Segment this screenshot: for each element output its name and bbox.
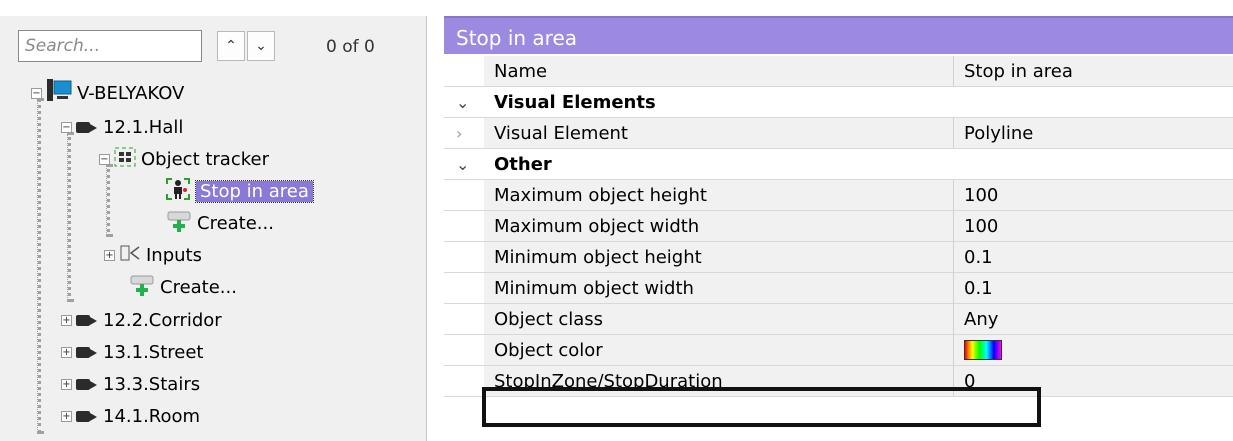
computer-icon	[46, 78, 72, 108]
property-grid: Name Stop in area ⌄ Visual Elements › Vi…	[444, 56, 1233, 397]
property-section[interactable]: ⌄ Visual Elements	[444, 87, 1233, 118]
camera-icon	[76, 314, 98, 327]
expand-icon[interactable]: +	[61, 378, 72, 390]
expand-icon[interactable]: +	[61, 314, 72, 326]
collapse-icon[interactable]: −	[31, 87, 42, 99]
expand-icon[interactable]: +	[61, 346, 72, 358]
tree-node-label: 12.2.Corridor	[103, 309, 222, 331]
property-row[interactable]: Maximum object height 100	[444, 180, 1233, 211]
tree-node-label: V-BELYAKOV	[77, 82, 185, 104]
top-strip	[0, 0, 1233, 16]
property-value[interactable]: Any	[954, 304, 1233, 334]
property-row[interactable]: › Visual Element Polyline	[444, 118, 1233, 149]
tree-node-camera[interactable]: + 13.1.Street	[61, 337, 204, 367]
tree-node-label: 14.1.Room	[103, 405, 201, 427]
tree-node-label: Create...	[197, 212, 274, 234]
hardware-tree-panel: Search... ⌃ ⌄ 0 of 0 − V-BELYAKOV − 12.1…	[0, 16, 427, 441]
property-value[interactable]: 0.1	[954, 273, 1233, 303]
property-value[interactable]: Stop in area	[954, 56, 1233, 86]
property-name: Maximum object height	[484, 180, 954, 210]
tree-node-label: Stop in area	[195, 179, 314, 203]
expand-icon[interactable]: +	[61, 410, 72, 422]
camera-icon	[76, 121, 98, 134]
property-value[interactable]: 0.1	[954, 242, 1233, 272]
tree-node-label: Inputs	[146, 244, 202, 266]
section-title: Visual Elements	[484, 87, 1233, 117]
property-row[interactable]: Name Stop in area	[444, 56, 1233, 87]
tree-node-inputs[interactable]: + Inputs	[104, 240, 202, 270]
properties-panel: Stop in area Name Stop in area ⌄ Visual …	[434, 16, 1233, 441]
person-zone-icon	[165, 177, 191, 206]
property-name: Object color	[484, 335, 954, 365]
tree-node-create[interactable]: Create...	[129, 272, 237, 302]
collapse-icon[interactable]: −	[61, 121, 72, 133]
tree-node-camera[interactable]: + 13.3.Stairs	[61, 369, 200, 399]
camera-icon	[76, 378, 98, 391]
tree-node-label: 13.3.Stairs	[103, 373, 201, 395]
property-name: Minimum object height	[484, 242, 954, 272]
property-name: Minimum object width	[484, 273, 954, 303]
tree-node-label: Create...	[160, 276, 237, 298]
tree-node-label: 13.1.Street	[103, 341, 204, 363]
tree-node-label: 12.1.Hall	[103, 116, 184, 138]
camera-icon	[76, 410, 98, 423]
property-value[interactable]	[954, 335, 1233, 365]
tree-node-object-tracker[interactable]: − Object tracker	[99, 144, 269, 174]
camera-icon	[76, 346, 98, 359]
create-plus-icon	[129, 273, 155, 302]
property-row[interactable]: Minimum object width 0.1	[444, 273, 1233, 304]
chevron-right-icon[interactable]: ›	[456, 124, 462, 143]
tree-node-label: Object tracker	[141, 148, 269, 170]
tree-node-camera[interactable]: − 12.1.Hall	[61, 112, 183, 142]
property-value[interactable]: 100	[954, 211, 1233, 241]
inputs-icon	[119, 243, 141, 268]
tree-node-create[interactable]: Create...	[166, 208, 274, 238]
tree-node-camera[interactable]: + 12.2.Corridor	[61, 305, 222, 335]
device-tree: − V-BELYAKOV − 12.1.Hall − Object tracke…	[0, 16, 426, 441]
create-plus-icon	[166, 209, 192, 238]
color-swatch[interactable]	[964, 340, 1002, 360]
chevron-down-icon[interactable]: ⌄	[456, 93, 469, 112]
property-name: Visual Element	[484, 118, 954, 148]
property-name: Name	[484, 56, 954, 86]
expand-icon[interactable]: +	[104, 249, 115, 261]
panel-title: Stop in area	[444, 16, 1233, 54]
property-name: Object class	[484, 304, 954, 334]
property-section[interactable]: ⌄ Other	[444, 149, 1233, 180]
object-tracker-icon	[114, 147, 136, 172]
section-title: Other	[484, 149, 1233, 179]
tree-node-camera[interactable]: + 14.1.Room	[61, 401, 200, 431]
property-name: Maximum object width	[484, 211, 954, 241]
property-value[interactable]: 100	[954, 180, 1233, 210]
highlight-frame	[482, 387, 1041, 427]
collapse-icon[interactable]: −	[99, 153, 110, 165]
property-row[interactable]: Maximum object width 100	[444, 211, 1233, 242]
property-row[interactable]: Minimum object height 0.1	[444, 242, 1233, 273]
tree-node-root[interactable]: − V-BELYAKOV	[31, 78, 184, 108]
chevron-down-icon[interactable]: ⌄	[456, 155, 469, 174]
tree-node-stop-in-area[interactable]: Stop in area	[165, 176, 314, 206]
property-row[interactable]: Object color	[444, 335, 1233, 366]
property-row[interactable]: Object class Any	[444, 304, 1233, 335]
property-value[interactable]: Polyline	[954, 118, 1233, 148]
